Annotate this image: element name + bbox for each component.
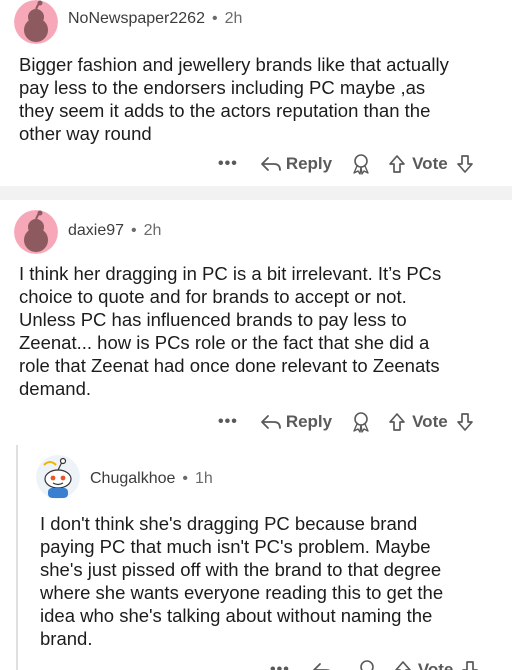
comment-divider <box>0 186 512 200</box>
comment-line: Zeenat... how is PCs role or the fact th… <box>19 332 430 353</box>
comment-line: pay less to the endorsers including PC m… <box>19 77 426 98</box>
upvote-icon <box>389 155 405 173</box>
reply-button[interactable] <box>312 661 338 670</box>
timestamp: 2h <box>224 10 243 27</box>
timestamp: 1h <box>195 470 213 487</box>
vote-label: Vote <box>417 660 454 670</box>
comment-line: choice to quote and for brands to accept… <box>19 286 407 307</box>
comment-line: I don't think she's dragging PC because … <box>40 513 418 534</box>
meta-separator: • <box>182 470 189 487</box>
avatar[interactable] <box>14 210 58 254</box>
comment-actions: ••• Vote <box>270 655 479 670</box>
reply-label: Reply <box>285 412 333 431</box>
downvote-button[interactable] <box>461 660 479 670</box>
comment-line: idea who she's talking about without nam… <box>40 605 433 626</box>
more-options-icon[interactable]: ••• <box>218 155 238 173</box>
downvote-icon <box>462 661 479 670</box>
username[interactable]: Chugalkhoe <box>90 470 175 488</box>
username[interactable]: daxie97 <box>68 222 124 240</box>
avatar[interactable] <box>36 455 80 499</box>
upvote-icon <box>389 413 405 431</box>
more-options-icon[interactable]: ••• <box>270 661 290 670</box>
comment-line: where she wants everyone reading this to… <box>40 582 444 603</box>
award-button[interactable] <box>350 153 372 175</box>
meta-separator: • <box>131 222 137 239</box>
comment-3: Chugalkhoe • 1h I don't think she's drag… <box>0 445 512 670</box>
comment-line: Bigger fashion and jewellery brands like… <box>19 54 449 75</box>
upvote-button[interactable]: Vote <box>388 154 448 174</box>
comment-meta: NoNewspaper2262 • 2h <box>68 10 242 28</box>
downvote-icon <box>456 413 473 431</box>
downvote-icon <box>456 155 473 173</box>
reply-label: Reply <box>285 154 333 173</box>
timestamp: 2h <box>143 222 162 239</box>
meta-separator: • <box>211 10 218 27</box>
comment-1: NoNewspaper2262 • 2h Bigger fashion and … <box>0 0 512 186</box>
downvote-button[interactable] <box>456 412 474 432</box>
comment-line: paying PC that much isn't PC's problem. … <box>40 536 431 557</box>
award-icon <box>360 660 374 670</box>
comment-body: I think her dragging in PC is a bit irre… <box>19 262 505 400</box>
downvote-button[interactable] <box>456 154 474 174</box>
avatar[interactable] <box>14 0 58 44</box>
award-button[interactable] <box>350 411 372 433</box>
comment-line: role that Zeenat had once done relevant … <box>19 355 440 376</box>
comment-line: Unless PC has influenced brands to pay l… <box>19 309 407 330</box>
comment-actions: ••• Reply Vote <box>218 407 474 437</box>
award-icon <box>353 154 369 175</box>
comment-line: she's just pissed off with the brand to … <box>40 559 442 580</box>
upvote-icon <box>394 661 411 670</box>
award-icon <box>353 412 369 433</box>
comment-2: daxie97 • 2h I think her dragging in PC … <box>0 200 512 670</box>
reply-arrow-icon <box>260 415 281 429</box>
comment-line: demand. <box>19 378 91 399</box>
comment-actions: ••• Reply Vote <box>218 149 474 179</box>
snoo-avatar-icon <box>14 0 58 44</box>
vote-label: Vote <box>412 412 448 431</box>
comment-line: brand. <box>40 628 93 649</box>
upvote-button[interactable]: Vote <box>388 412 448 432</box>
comment-meta: Chugalkhoe • 1h <box>90 470 213 488</box>
reply-arrow-icon <box>260 157 281 171</box>
comment-line: I think her dragging in PC is a bit irre… <box>19 263 442 284</box>
snoo-avatar-icon <box>14 210 58 254</box>
vote-label: Vote <box>412 154 448 173</box>
more-options-icon[interactable]: ••• <box>218 413 238 431</box>
reply-arrow-icon <box>312 663 330 670</box>
comment-body: Bigger fashion and jewellery brands like… <box>19 53 505 145</box>
snoo-avatar-icon <box>36 455 80 499</box>
award-button[interactable] <box>356 659 378 670</box>
comment-meta: daxie97 • 2h <box>68 222 161 240</box>
comment-body: I don't think she's dragging PC because … <box>40 512 506 650</box>
comment-line: they seem it adds to the actors reputati… <box>19 100 431 121</box>
reply-button[interactable]: Reply <box>260 412 332 432</box>
reply-button[interactable]: Reply <box>260 154 332 174</box>
upvote-button[interactable]: Vote <box>394 660 454 670</box>
username[interactable]: NoNewspaper2262 <box>68 10 205 28</box>
comment-line: other way round <box>19 123 152 144</box>
